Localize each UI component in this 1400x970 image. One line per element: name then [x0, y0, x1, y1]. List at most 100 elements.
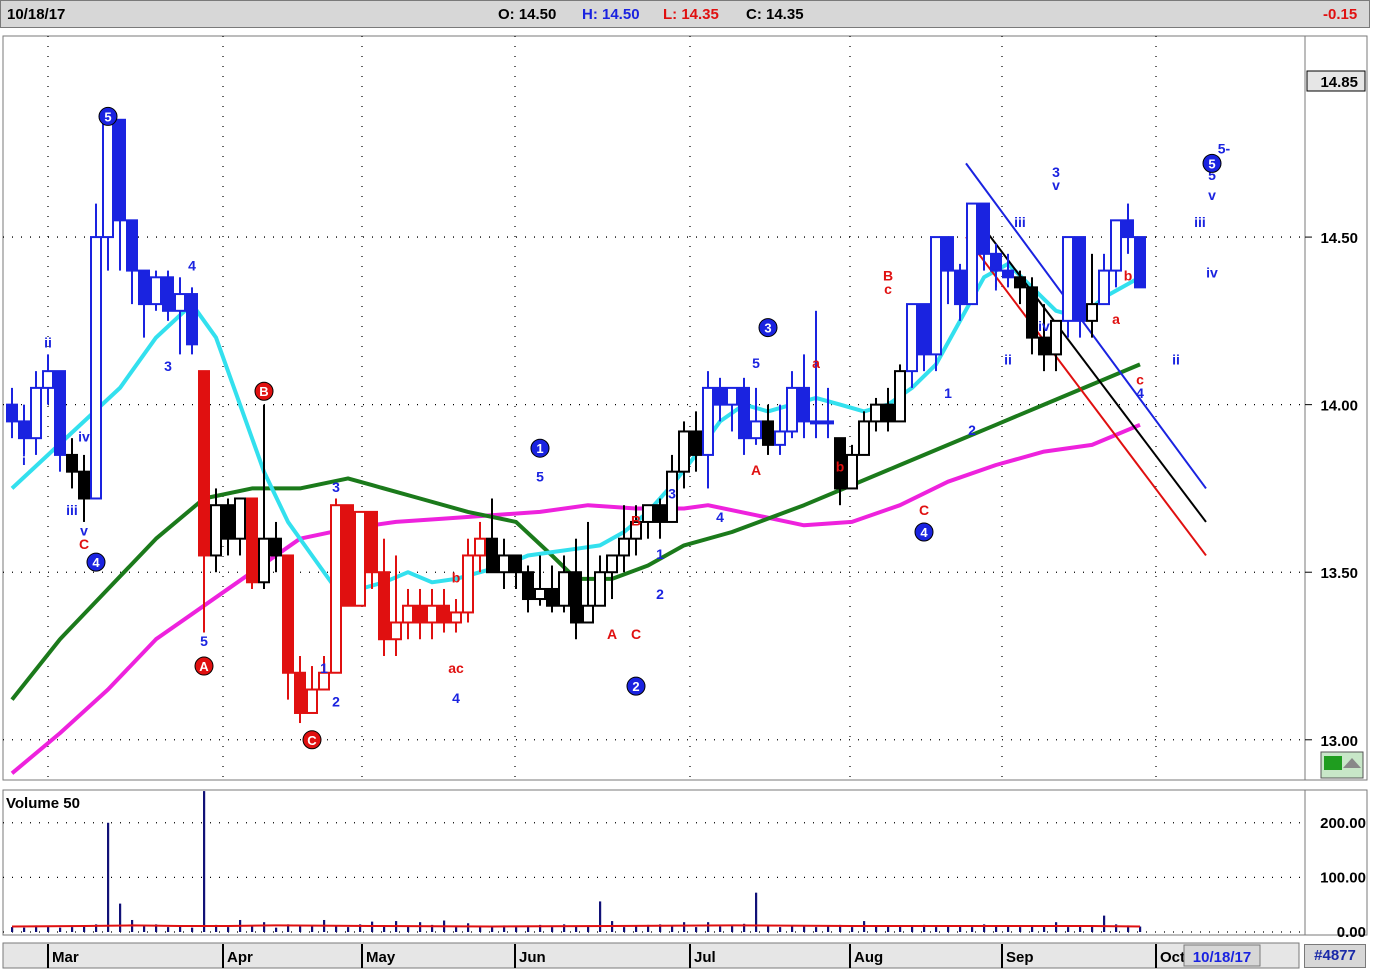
price-bar-body: [1062, 236, 1074, 322]
price-bar-body: [738, 386, 750, 440]
price-bar-body: [18, 420, 30, 440]
wave-label: 1: [944, 385, 952, 401]
volume-bar: [1019, 927, 1022, 932]
volume-bar: [107, 822, 110, 932]
wave-label: ii: [1172, 351, 1180, 367]
price-bar-body: [390, 621, 402, 641]
price-bar-body: [66, 453, 78, 473]
wave-label: iv: [1038, 318, 1050, 334]
price-bar-body: [1122, 219, 1134, 239]
wave-label: C: [631, 626, 641, 642]
price-tick-label: 14.00: [1320, 398, 1358, 415]
month-label: Jun: [519, 949, 546, 966]
wave-label: iii: [1194, 214, 1206, 230]
wave-circle-label: C: [307, 733, 317, 748]
wave-label: iii: [66, 502, 78, 518]
wave-label: 2: [332, 693, 340, 709]
price-bar-body: [1050, 319, 1062, 356]
price-bar-body: [702, 386, 714, 456]
price-bar-body: [1074, 236, 1086, 322]
wave-label: v: [1052, 177, 1060, 193]
wave-label: b: [452, 569, 461, 585]
price-bar-body: [126, 219, 138, 272]
price-bar-body: [714, 386, 726, 406]
price-bar-body: [234, 497, 246, 540]
price-bar-body: [102, 118, 114, 239]
price-bar-body: [306, 688, 318, 714]
time-axis: [2, 942, 1300, 969]
price-bar-body: [1014, 276, 1026, 289]
volume-ma-path: [11, 924, 1141, 928]
wave-label: iii: [1014, 214, 1026, 230]
footer-date: 10/18/17: [1193, 949, 1251, 966]
price-bar-body: [270, 537, 282, 557]
volume-bar: [671, 926, 674, 932]
wave-circle-label: 2: [632, 679, 639, 694]
volume-bar: [227, 927, 230, 932]
volume-bar: [551, 927, 554, 932]
price-bar-body: [594, 571, 606, 607]
price-bar-body: [522, 571, 534, 601]
volume-bar: [515, 927, 518, 932]
wave-label: 3: [668, 485, 676, 501]
price-bar-body: [174, 293, 186, 312]
price-bar-body: [354, 510, 366, 607]
current-price-label: 14.85: [1320, 74, 1358, 91]
price-tick-label: 13.50: [1320, 565, 1358, 582]
wave-label: 4: [188, 258, 196, 274]
volume-bar: [23, 927, 26, 932]
price-bar-body: [990, 252, 1002, 272]
volume-ma-line: [11, 924, 1141, 928]
price-bar-body: [342, 504, 354, 607]
volume-bar: [467, 923, 470, 932]
volume-bar: [11, 927, 14, 932]
price-bar-body: [246, 497, 258, 584]
price-bar-body: [690, 430, 702, 456]
price-bar-body: [282, 554, 294, 674]
price-bar-body: [762, 420, 774, 446]
wave-circle-label: A: [199, 659, 209, 674]
price-bar-body: [330, 504, 342, 674]
volume-bar: [263, 922, 266, 932]
price-bar-body: [798, 386, 810, 423]
price-bar-body: [198, 370, 210, 557]
wave-circle-label: 3: [764, 321, 771, 336]
price-bar-body: [534, 587, 546, 601]
wave-label: B: [631, 512, 641, 528]
wave-label: b: [836, 459, 845, 475]
price-bar-body: [678, 430, 690, 473]
price-bar-body: [1002, 269, 1014, 279]
wave-label: C: [919, 502, 929, 518]
wave-label: ii: [1004, 351, 1012, 367]
price-bar-body: [930, 236, 942, 356]
price-bar-body: [810, 420, 822, 425]
volume-bar: [971, 927, 974, 932]
volume-bar: [827, 925, 830, 932]
volume-bar: [635, 925, 638, 932]
chart-tool-icon-screen: [1324, 756, 1342, 770]
volume-bar: [875, 926, 878, 932]
volume-bar: [815, 927, 818, 932]
volume-tick-label: 100.00: [1320, 869, 1366, 886]
price-bar-body: [726, 386, 738, 406]
price-bar-body: [894, 370, 906, 423]
volume-bar: [1067, 927, 1070, 932]
volume-bar: [1103, 915, 1106, 932]
price-bar-body: [906, 303, 918, 373]
price-bar-body: [150, 276, 162, 306]
volume-bar: [299, 926, 302, 932]
wave-label: 4: [1136, 385, 1144, 401]
wave-label: v: [1208, 187, 1216, 203]
price-bar-body: [42, 370, 54, 389]
volume-bar: [767, 925, 770, 932]
month-label: Mar: [52, 949, 79, 966]
price-bar-body: [870, 403, 882, 423]
price-bar-body: [426, 604, 438, 624]
volume-bar: [803, 926, 806, 932]
wave-label: ii: [44, 335, 52, 351]
price-bar-body: [210, 504, 222, 557]
wave-circle-label: 4: [920, 525, 928, 540]
volume-bar: [191, 927, 194, 932]
wave-label: iv: [1206, 264, 1218, 280]
wave-label: c: [884, 281, 892, 297]
